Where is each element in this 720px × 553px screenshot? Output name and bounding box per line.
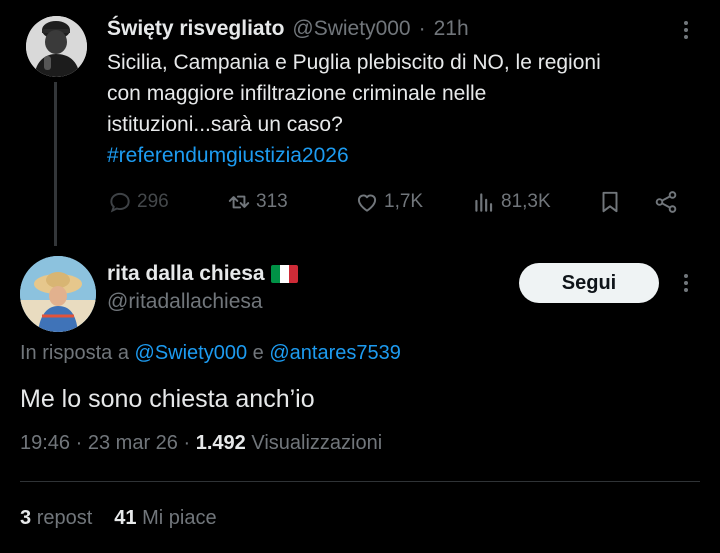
separator: · — [183, 432, 191, 454]
repost-icon — [228, 195, 250, 209]
likes-stat[interactable]: 41 Mi piace — [114, 507, 216, 529]
tweet-actions-bar: 296 313 1,7K 81,3K — [107, 186, 692, 218]
parent-tweet-text: Sicilia, Campania e Puglia plebiscito di… — [107, 47, 697, 171]
analytics-icon — [475, 193, 493, 212]
more-options-icon[interactable] — [674, 18, 698, 42]
share-icon — [655, 191, 677, 213]
repost-button[interactable]: 313 — [226, 186, 288, 218]
reply-handle[interactable]: @ritadallachiesa — [107, 290, 263, 314]
likes-stat-count: 41 — [114, 507, 137, 529]
share-button[interactable] — [653, 186, 679, 218]
views-count: 1.492 — [195, 432, 246, 454]
bookmark-icon — [602, 191, 618, 213]
reply-display-name[interactable]: rita dalla chiesa — [107, 262, 265, 286]
parent-avatar[interactable] — [26, 16, 87, 77]
mention-link[interactable]: @antares7539 — [269, 342, 401, 364]
hashtag-link[interactable]: #referendumgiustizia2026 — [107, 140, 697, 171]
reply-date[interactable]: 23 mar 26 — [88, 432, 178, 454]
parent-tweet-header: Święty risvegliato @Swiety000 · 21h — [107, 14, 469, 44]
follow-button[interactable]: Segui — [519, 263, 659, 303]
view-count: 81,3K — [501, 191, 551, 212]
likes-stat-label: Mi piace — [142, 507, 217, 529]
repost-stat[interactable]: 3 repost — [20, 507, 92, 529]
italy-flag-icon — [270, 265, 298, 283]
reply-time[interactable]: 19:46 — [20, 432, 70, 454]
separator: · — [75, 432, 83, 454]
views-label: Visualizzazioni — [251, 432, 383, 454]
tweet-meta: 19:46 · 23 mar 26 · 1.492 Visualizzazion… — [20, 432, 382, 455]
repost-stat-count: 3 — [20, 507, 32, 529]
tweet-text-line: Sicilia, Campania e Puglia plebiscito di… — [107, 51, 601, 74]
reply-avatar[interactable] — [20, 256, 96, 332]
reply-count: 296 — [137, 191, 169, 212]
like-button[interactable]: 1,7K — [354, 186, 423, 218]
in-reply-to: In risposta a @Swiety000 e @antares7539 — [20, 342, 401, 365]
like-count: 1,7K — [384, 191, 424, 212]
separator: · — [418, 17, 426, 40]
parent-handle[interactable]: @Swiety000 — [292, 17, 410, 41]
in-reply-conjunction: e — [252, 342, 264, 364]
reply-button[interactable]: 296 — [107, 186, 169, 218]
engagement-stats: 3 repost 41 Mi piace — [20, 507, 217, 530]
tweet-text-line: istituzioni...sarà un caso? — [107, 113, 343, 136]
parent-display-name[interactable]: Święty risvegliato — [107, 17, 284, 41]
parent-timestamp[interactable]: 21h — [434, 17, 469, 41]
bookmark-button[interactable] — [597, 186, 623, 218]
views-button[interactable]: 81,3K — [471, 186, 551, 218]
tweet-text-line: con maggiore infiltrazione criminale nel… — [107, 82, 487, 105]
thread-line — [54, 82, 57, 246]
repost-count: 313 — [256, 191, 288, 212]
heart-icon — [357, 194, 377, 212]
more-options-icon[interactable] — [674, 271, 698, 295]
person-photo-icon — [26, 16, 87, 77]
reply-icon — [110, 192, 130, 213]
reply-display-name-row: rita dalla chiesa — [107, 260, 298, 288]
in-reply-prefix: In risposta a — [20, 342, 129, 364]
divider — [20, 481, 700, 482]
reply-tweet-text: Me lo sono chiesta anch’io — [20, 385, 315, 413]
mention-link[interactable]: @Swiety000 — [135, 342, 248, 364]
person-photo-icon — [20, 256, 96, 332]
repost-stat-label: repost — [36, 507, 93, 529]
